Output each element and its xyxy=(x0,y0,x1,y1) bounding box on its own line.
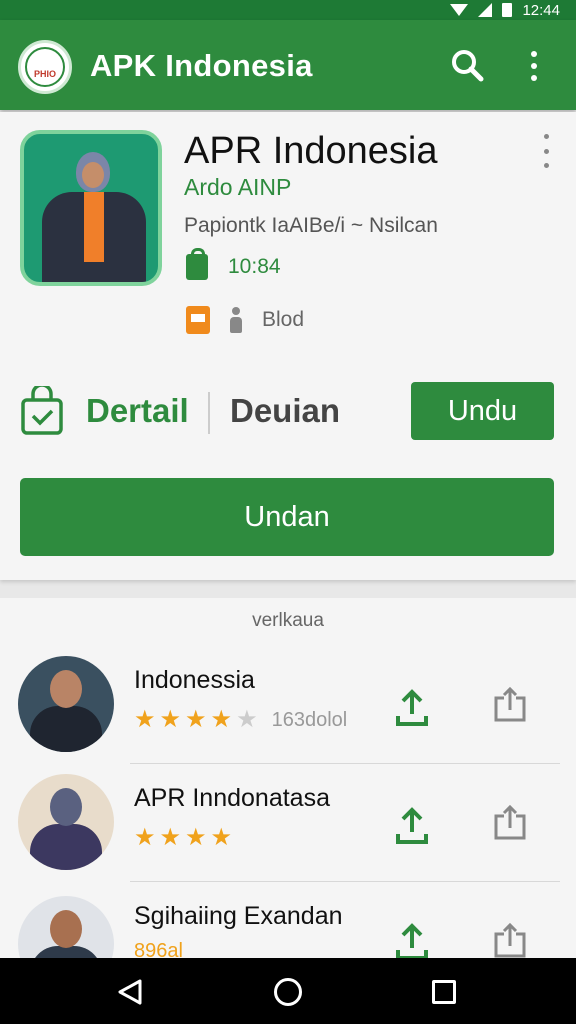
item-title: Sgihaiing Exandan xyxy=(134,902,343,930)
list-item[interactable]: Indonessia ★ ★ ★ ★ ★ 163dolol xyxy=(0,646,576,764)
person-face xyxy=(82,162,104,188)
person-shirt xyxy=(84,192,104,262)
star-half-icon: ★ xyxy=(210,706,233,733)
undan-button[interactable]: Undan xyxy=(20,478,554,556)
item-title: Indonessia xyxy=(134,666,255,694)
card-more-icon[interactable] xyxy=(540,134,552,168)
app-detail-card: APR Indonesia Ardo AINP Papiontk IaAIBe/… xyxy=(0,112,576,580)
star-icon: ★ xyxy=(159,824,182,851)
app-logo[interactable]: PHIO xyxy=(18,40,72,94)
app-subtitle: Papiontk IaAIBe/i ~ Nsilcan xyxy=(184,214,438,237)
avatar xyxy=(18,774,114,870)
status-bar: 12:44 xyxy=(0,0,576,20)
lock-icon xyxy=(186,248,208,280)
avatar xyxy=(18,656,114,752)
star-icon: ★ xyxy=(134,824,156,851)
meta-time-row: 10:84 xyxy=(186,248,281,280)
meta-time: 10:84 xyxy=(228,255,281,278)
avatar-head xyxy=(50,910,82,948)
list-item[interactable]: APR Inndonatasa ★ ★ ★ ★ xyxy=(0,764,576,882)
share-icon[interactable] xyxy=(492,686,528,724)
app-name: APR Indonesia xyxy=(184,130,438,172)
item-title: APR Inndonatasa xyxy=(134,784,330,812)
wifi-icon xyxy=(450,4,469,16)
share-icon[interactable] xyxy=(492,922,528,958)
rating-count: 896al xyxy=(134,940,183,958)
logo-ring: PHIO xyxy=(25,47,65,87)
shopping-bag-icon[interactable] xyxy=(20,386,64,436)
app-title: APK Indonesia xyxy=(90,48,313,83)
avatar-body xyxy=(30,824,102,870)
rating-count: 163dolol xyxy=(271,708,348,731)
calendar-icon xyxy=(186,306,210,334)
search-icon[interactable] xyxy=(450,48,484,82)
avatar-body xyxy=(30,706,102,752)
related-apps-list: verlkaua Indonessia ★ ★ ★ ★ ★ 163dolol A… xyxy=(0,598,576,958)
home-icon[interactable] xyxy=(274,978,302,1006)
deuian-tab[interactable]: Deuian xyxy=(230,392,340,430)
app-image[interactable] xyxy=(20,130,162,286)
signal-icon xyxy=(478,3,493,17)
download-icon[interactable] xyxy=(394,922,430,958)
developer-name[interactable]: Ardo AINP xyxy=(184,174,291,201)
avatar-head xyxy=(50,670,82,708)
star-half-icon: ★ xyxy=(210,824,233,851)
star-icon: ★ xyxy=(134,706,156,733)
star-icon: ★ xyxy=(185,706,207,733)
more-vert-icon[interactable] xyxy=(524,48,544,84)
back-icon[interactable] xyxy=(116,978,144,1006)
logo-text: PHIO xyxy=(33,69,56,79)
section-label: verlkaua xyxy=(252,610,324,631)
download-icon[interactable] xyxy=(394,688,430,728)
action-row: Dertail Deuian Undu xyxy=(20,382,556,440)
detail-tab[interactable]: Dertail xyxy=(86,392,189,430)
list-item[interactable]: Sgihaiing Exandan 896al xyxy=(0,882,576,958)
meta-info-row: Blod xyxy=(186,306,304,334)
person-icon xyxy=(230,307,242,333)
status-time: 12:44 xyxy=(522,1,560,19)
battery-icon xyxy=(502,3,513,17)
download-icon[interactable] xyxy=(394,806,430,846)
star-icon: ★ xyxy=(185,824,207,851)
share-icon[interactable] xyxy=(492,804,528,842)
avatar xyxy=(18,896,114,958)
avatar-head xyxy=(50,788,82,826)
rating-stars: ★ ★ ★ ★ xyxy=(134,826,246,850)
rating-stars: ★ ★ ★ ★ ★ 163dolol xyxy=(134,708,347,732)
star-empty-icon: ★ xyxy=(236,706,258,733)
divider xyxy=(208,392,210,434)
system-nav-bar xyxy=(0,958,576,1024)
rating-stars: 896al xyxy=(134,940,183,958)
app-bar: PHIO APK Indonesia xyxy=(0,20,576,110)
meta-label: Blod xyxy=(262,308,305,331)
status-icons: 12:44 xyxy=(450,0,560,20)
recent-apps-icon[interactable] xyxy=(432,980,456,1004)
star-icon: ★ xyxy=(159,706,182,733)
undu-button[interactable]: Undu xyxy=(411,382,554,440)
